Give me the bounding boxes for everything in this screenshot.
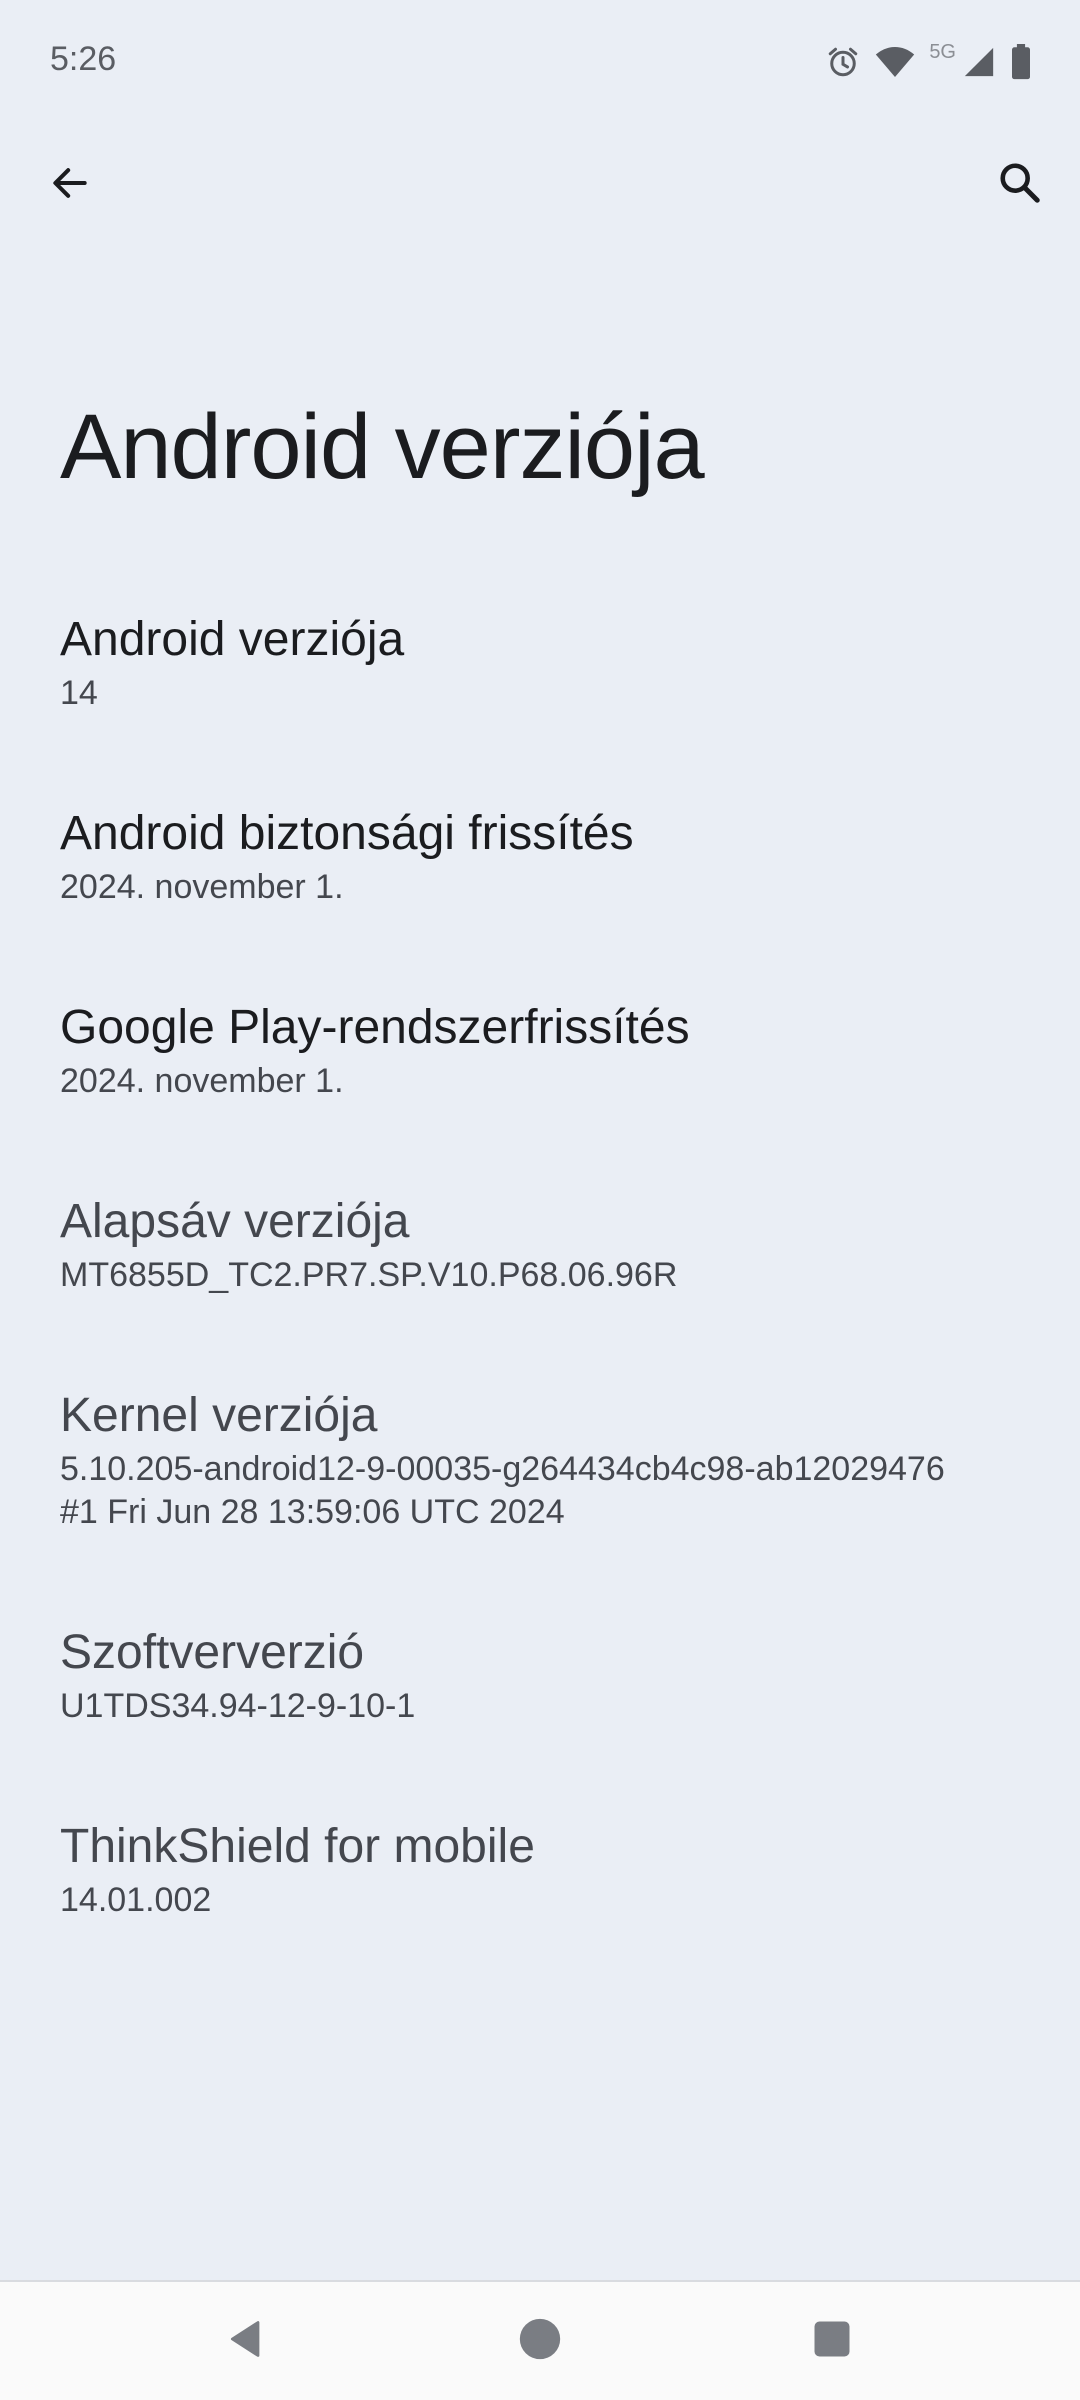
item-label: Android biztonsági frissítés bbox=[60, 807, 634, 860]
battery-icon bbox=[1010, 44, 1032, 80]
item-value: 5.10.205-android12-9-00035-g264434cb4c98… bbox=[60, 1450, 945, 1531]
search-icon bbox=[997, 160, 1043, 211]
page-title: Android verziója bbox=[60, 396, 705, 498]
navigation-bar bbox=[0, 2280, 1080, 2400]
item-value: 2024. november 1. bbox=[60, 1062, 344, 1100]
search-button[interactable] bbox=[980, 145, 1060, 225]
list-item-thinkshield[interactable]: ThinkShield for mobile 14.01.002 bbox=[0, 1817, 1080, 1922]
item-label: ThinkShield for mobile bbox=[60, 1820, 535, 1873]
item-label: Google Play-rendszerfrissítés bbox=[60, 1001, 690, 1054]
nav-home-button[interactable] bbox=[505, 2306, 575, 2376]
app-bar bbox=[0, 130, 1080, 240]
list-item-software-version[interactable]: Szoftververzió U1TDS34.94-12-9-10-1 bbox=[0, 1623, 1080, 1728]
status-icons: 5G bbox=[825, 40, 1032, 84]
nav-home-icon bbox=[518, 2317, 562, 2366]
wifi-icon bbox=[875, 44, 915, 80]
nav-recents-icon bbox=[812, 2319, 852, 2364]
item-label: Kernel verziója bbox=[60, 1389, 378, 1442]
item-label: Android verziója bbox=[60, 613, 405, 666]
status-time: 5:26 bbox=[50, 40, 117, 78]
back-button[interactable] bbox=[30, 145, 110, 225]
item-label: Szoftververzió bbox=[60, 1626, 365, 1679]
item-value: 2024. november 1. bbox=[60, 868, 344, 906]
signal-icon bbox=[962, 45, 996, 79]
list-item-google-play-update[interactable]: Google Play-rendszerfrissítés 2024. nove… bbox=[0, 998, 1080, 1103]
nav-recents-button[interactable] bbox=[797, 2306, 867, 2376]
item-label: Alapsáv verziója bbox=[60, 1195, 410, 1248]
item-value: U1TDS34.94-12-9-10-1 bbox=[60, 1687, 416, 1725]
status-bar: 5:26 5G bbox=[0, 0, 1080, 120]
item-value: MT6855D_TC2.PR7.SP.V10.P68.06.96R bbox=[60, 1256, 678, 1294]
alarm-icon bbox=[825, 44, 861, 80]
network-type-label: 5G bbox=[929, 40, 956, 63]
list-item-baseband-version[interactable]: Alapsáv verziója MT6855D_TC2.PR7.SP.V10.… bbox=[0, 1192, 1080, 1297]
list-item-security-update[interactable]: Android biztonsági frissítés 2024. novem… bbox=[0, 804, 1080, 909]
arrow-back-icon bbox=[48, 161, 92, 210]
nav-back-button[interactable] bbox=[212, 2306, 282, 2376]
item-value: 14 bbox=[60, 674, 98, 712]
list-item-kernel-version[interactable]: Kernel verziója 5.10.205-android12-9-000… bbox=[0, 1386, 1080, 1534]
list-item-android-version[interactable]: Android verziója 14 bbox=[0, 610, 1080, 715]
nav-back-icon bbox=[225, 2317, 269, 2366]
item-value: 14.01.002 bbox=[60, 1881, 212, 1919]
